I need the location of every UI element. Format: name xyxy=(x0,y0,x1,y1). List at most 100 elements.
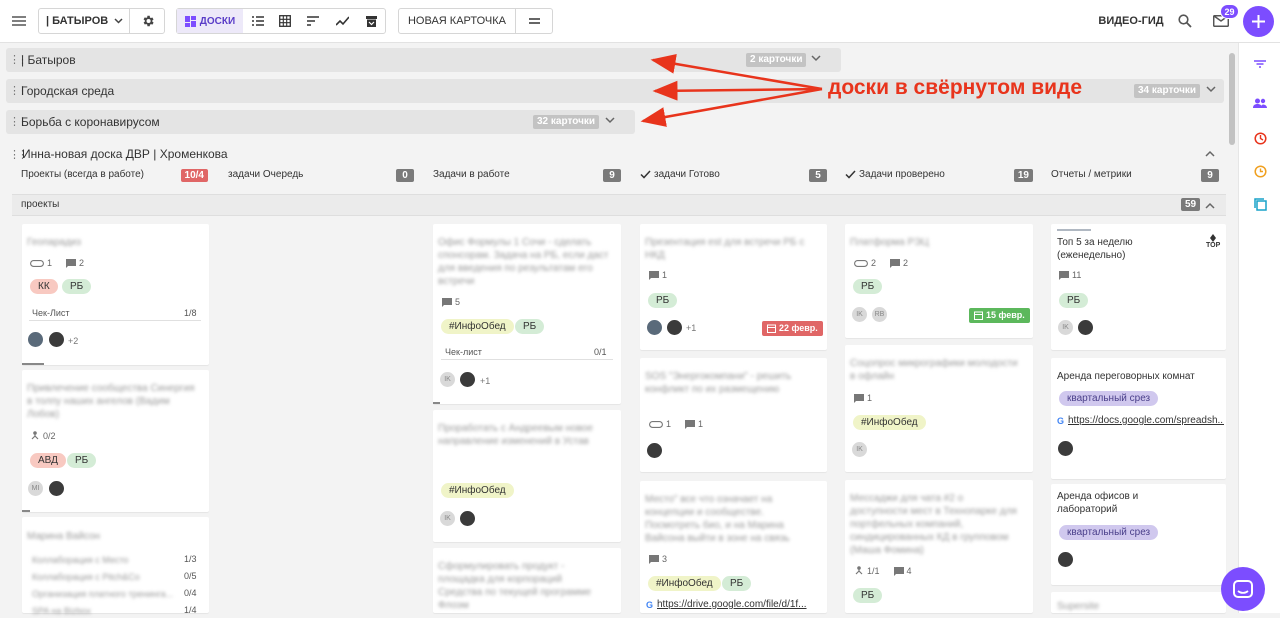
card-title: Мессаджи для чата #2 о доступности мест … xyxy=(850,493,1017,556)
card[interactable]: Аренда переговорных комнат квартальный с… xyxy=(1051,358,1226,479)
column-header[interactable]: задачи Очередь 0 xyxy=(228,166,414,184)
avatar[interactable] xyxy=(646,442,663,459)
avatar[interactable]: RB xyxy=(871,306,888,323)
avatar[interactable]: IK xyxy=(1057,319,1074,336)
tag: РБ xyxy=(62,279,92,294)
checklist-item: SPA на Bizbox xyxy=(32,606,91,616)
card[interactable]: Привлечение сообщества Синергия в толпу … xyxy=(22,370,209,512)
swimlane-header[interactable]: проекты 59 xyxy=(12,194,1226,216)
card[interactable]: Презентация est для встречи РБ с НКД 1 Р… xyxy=(640,224,827,350)
link-count: 1 xyxy=(47,258,53,268)
comment-icon xyxy=(854,393,864,403)
card[interactable]: Геопарадиз 1 2 КК РБ Чек-Лист 1/8 +2 xyxy=(22,224,209,365)
avatar[interactable] xyxy=(459,371,476,388)
more-members: +2 xyxy=(68,336,79,346)
attachment-link[interactable]: https://drive.google.com/file/d/1f... xyxy=(657,599,821,610)
avatar[interactable] xyxy=(1077,319,1094,336)
avatar[interactable] xyxy=(1057,551,1074,568)
comment-icon xyxy=(649,554,659,564)
avatar[interactable]: IK xyxy=(851,441,868,458)
calendar-icon xyxy=(974,311,983,320)
card[interactable]: Аренда офисов и лабораторий квартальный … xyxy=(1051,484,1226,585)
checkmark-icon xyxy=(640,170,651,179)
card[interactable]: Supersite xyxy=(1051,592,1226,613)
top-badge-label: TOP xyxy=(1206,242,1221,249)
subtask-count: 0/2 xyxy=(43,431,56,441)
avatar[interactable] xyxy=(1057,440,1074,457)
column-count: 5 xyxy=(809,169,827,182)
avatar[interactable] xyxy=(666,319,683,336)
card-title: Офис Формулы 1 Сочи - сделать спонсорам.… xyxy=(438,237,609,287)
link-icon xyxy=(854,259,868,267)
calendar-icon xyxy=(767,324,776,333)
attachment-link[interactable]: https://docs.google.com/spreadsh... xyxy=(1068,415,1224,426)
progress-bar xyxy=(22,363,44,365)
column-count: 19 xyxy=(1013,169,1033,182)
tag: #ИнфоОбед xyxy=(441,319,514,334)
tag: #ИнфоОбед xyxy=(441,483,514,498)
card[interactable]: Платформа РЭЦ 2 2 РБ IK RB 15 февр. xyxy=(845,224,1033,338)
card-title: Проработать с Андреевым новое направлени… xyxy=(438,423,593,447)
card[interactable]: Топ 5 за неделю (еженедельно) TOP 11 РБ … xyxy=(1051,224,1226,350)
tag: #ИнфоОбед xyxy=(853,415,926,430)
google-icon: G xyxy=(1057,416,1065,426)
card[interactable]: SOS "Энергокомпани" - решить конфликт по… xyxy=(640,358,827,472)
checklist-item: Коллаборация с Место xyxy=(32,555,129,565)
avatar[interactable] xyxy=(48,331,65,348)
card[interactable]: Офис Формулы 1 Сочи - сделать спонсорам.… xyxy=(433,224,621,404)
tag: квартальный срез xyxy=(1059,391,1159,406)
subtask-icon xyxy=(30,431,40,441)
card-title: Supersite xyxy=(1057,601,1100,612)
tag: РБ xyxy=(67,453,97,468)
avatar[interactable]: IK xyxy=(439,371,456,388)
column-header[interactable]: Проекты (всегда в работе) 10/4 xyxy=(21,166,208,184)
comment-icon xyxy=(66,258,77,268)
comment-icon xyxy=(442,297,452,307)
card[interactable]: Место" все что означает на концепции и с… xyxy=(640,481,827,613)
tag: РБ xyxy=(853,588,883,603)
avatar[interactable] xyxy=(27,331,44,348)
column-count: 9 xyxy=(603,169,621,182)
checklist-count: 1/8 xyxy=(184,308,197,318)
column-header[interactable]: Задачи проверено 19 xyxy=(845,166,1033,184)
checklist-item: Коллаборация с Pitch&Co xyxy=(32,572,140,582)
card-title: Презентация est для встречи РБ с НКД xyxy=(645,237,805,261)
column-header[interactable]: Отчеты / метрики 9 xyxy=(1051,166,1219,184)
column-header[interactable]: задачи Готово 5 xyxy=(640,166,827,184)
tag: РБ xyxy=(853,279,883,294)
avatar[interactable]: MI xyxy=(27,480,44,497)
avatar[interactable]: IK xyxy=(439,510,456,527)
comment-count: 1 xyxy=(698,419,704,429)
card[interactable]: Соцопрос микрографики молодости в офлайн… xyxy=(845,345,1033,472)
progress-bar xyxy=(433,402,440,404)
board-title: Инна-новая доска ДВР | Хроменкова xyxy=(22,147,228,161)
link-icon xyxy=(30,259,44,267)
more-members: +1 xyxy=(686,323,697,333)
card[interactable]: Мессаджи для чата #2 о доступности мест … xyxy=(845,480,1033,613)
card[interactable]: Марина Вайсон Коллаборация с Место Колла… xyxy=(22,517,209,616)
tag: РБ xyxy=(1059,293,1089,308)
card-title: Аренда переговорных комнат xyxy=(1057,371,1195,382)
due-date-badge: 22 февр. xyxy=(762,321,823,336)
column-title: Задачи в работе xyxy=(433,169,510,180)
link-count: 1 xyxy=(666,419,672,429)
tag: #ИнфоОбед xyxy=(648,576,721,591)
card[interactable]: Сформулировать продукт - площадка для ко… xyxy=(433,548,621,613)
card-title: Место" все что означает на концепции и с… xyxy=(645,494,790,544)
card-title: SOS "Энергокомпани" - решить конфликт по… xyxy=(645,371,792,395)
chevron-up-icon[interactable] xyxy=(1205,202,1215,209)
tag: РБ xyxy=(515,319,545,334)
chevron-up-icon[interactable] xyxy=(1205,150,1215,157)
avatar[interactable] xyxy=(459,510,476,527)
avatar[interactable] xyxy=(646,319,663,336)
chat-icon xyxy=(1233,580,1253,598)
card[interactable]: Проработать с Андреевым новое направлени… xyxy=(433,410,621,542)
card-title: Сформулировать продукт - площадка для ко… xyxy=(438,561,592,611)
chat-support-button[interactable] xyxy=(1221,567,1265,611)
card-title: Геопарадиз xyxy=(27,237,81,248)
avatar[interactable] xyxy=(48,480,65,497)
column-count: 0 xyxy=(396,169,414,182)
card-title: Соцопрос микрографики молодости в офлайн xyxy=(850,358,1018,382)
column-header[interactable]: Задачи в работе 9 xyxy=(433,166,621,184)
avatar[interactable]: IK xyxy=(851,306,868,323)
